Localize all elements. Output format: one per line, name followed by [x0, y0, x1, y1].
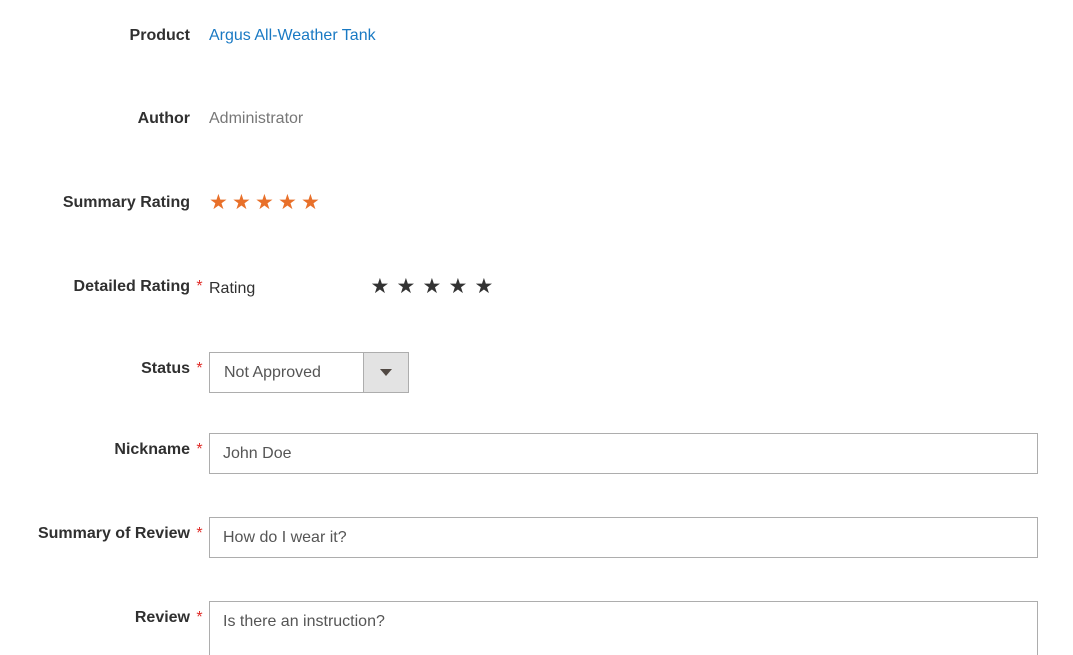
- star-icon[interactable]: ★: [370, 270, 396, 304]
- control-detailed-rating: Rating ★ ★ ★ ★ ★: [209, 270, 1073, 306]
- control-review: [209, 601, 1073, 655]
- star-icon[interactable]: ★: [396, 270, 422, 304]
- star-icon: ★: [255, 191, 274, 214]
- star-icon[interactable]: ★: [448, 270, 474, 304]
- control-product: Argus All-Weather Tank: [209, 19, 1073, 53]
- label-author: Author: [137, 110, 190, 127]
- star-icon: ★: [278, 191, 297, 214]
- review-edit-form: Product Argus All-Weather Tank Author Ad…: [0, 0, 1073, 655]
- control-nickname: [209, 433, 1073, 474]
- nickname-input[interactable]: [209, 433, 1038, 474]
- status-select-value: Not Approved: [224, 364, 321, 381]
- form-row-summary-rating: Summary Rating ★ ★ ★ ★ ★: [0, 186, 1073, 226]
- form-row-product: Product Argus All-Weather Tank: [0, 19, 1073, 59]
- chevron-down-icon: [380, 369, 392, 376]
- required-marker-summary-of-review: *: [196, 525, 203, 542]
- control-summary-rating: ★ ★ ★ ★ ★: [209, 186, 1073, 220]
- star-icon: ★: [209, 191, 228, 214]
- form-row-review: Review *: [0, 601, 1073, 655]
- form-row-status: Status * Not Approved: [0, 352, 1073, 393]
- star-icon: ★: [232, 191, 251, 214]
- label-product: Product: [129, 27, 190, 44]
- required-marker-status: *: [196, 360, 203, 377]
- control-summary-of-review: [209, 517, 1073, 558]
- required-marker-nickname: *: [196, 441, 203, 458]
- label-status: Status: [141, 360, 190, 377]
- label-summary-of-review: Summary of Review: [37, 525, 190, 542]
- form-row-author: Author Administrator: [0, 102, 1073, 142]
- form-row-detailed-rating: Detailed Rating * Rating ★ ★ ★ ★ ★: [0, 270, 1073, 310]
- label-summary-rating: Summary Rating: [62, 194, 190, 211]
- star-icon[interactable]: ★: [474, 270, 500, 304]
- detailed-rating-stars[interactable]: ★ ★ ★ ★ ★: [370, 270, 500, 304]
- control-status: Not Approved: [209, 352, 1073, 393]
- label-review: Review: [134, 609, 190, 626]
- summary-rating-stars: ★ ★ ★ ★ ★: [209, 186, 324, 220]
- product-link[interactable]: Argus All-Weather Tank: [209, 27, 376, 44]
- label-nickname: Nickname: [114, 441, 190, 458]
- review-textarea[interactable]: [209, 601, 1038, 655]
- required-marker-review: *: [196, 609, 203, 626]
- detailed-rating-sub-label: Rating: [209, 280, 256, 297]
- required-marker-detailed-rating: *: [196, 278, 203, 295]
- star-icon: ★: [301, 191, 320, 214]
- form-row-summary-of-review: Summary of Review *: [0, 517, 1073, 558]
- author-value: Administrator: [209, 110, 304, 127]
- summary-of-review-input[interactable]: [209, 517, 1038, 558]
- label-detailed-rating: Detailed Rating: [73, 278, 190, 295]
- status-select-toggle[interactable]: [363, 353, 408, 392]
- control-author: Administrator: [209, 102, 1073, 136]
- star-icon[interactable]: ★: [422, 270, 448, 304]
- status-select[interactable]: Not Approved: [209, 352, 409, 393]
- form-row-nickname: Nickname *: [0, 433, 1073, 474]
